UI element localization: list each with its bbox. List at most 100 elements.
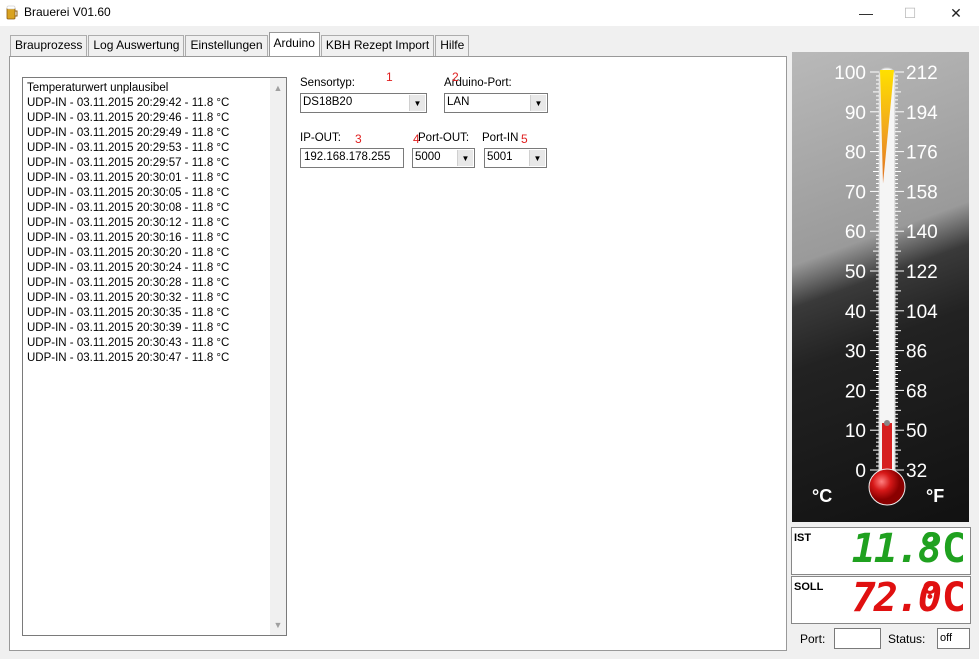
- log-line: UDP-IN - 03.11.2015 20:29:53 - 11.8 °C: [27, 142, 230, 154]
- tab-kbh-rezept-import[interactable]: KBH Rezept Import: [320, 35, 435, 56]
- minimize-icon: —: [859, 5, 873, 21]
- log-lines: Temperaturwert unplausibel UDP-IN - 03.11…: [27, 81, 267, 366]
- log-line: UDP-IN - 03.11.2015 20:30:08 - 11.8 °C: [27, 202, 230, 214]
- log-line: UDP-IN - 03.11.2015 20:30:35 - 11.8 °C: [27, 307, 230, 319]
- celsius-tick-label: 80: [845, 143, 866, 164]
- fahrenheit-tick-label: 176: [906, 143, 938, 164]
- sensortyp-value: DS18B20: [303, 96, 353, 108]
- celsius-tick-label: 0: [855, 461, 866, 482]
- soll-readout: SOLL 72.0 °C: [791, 575, 971, 624]
- log-line: UDP-IN - 03.11.2015 20:30:32 - 11.8 °C: [27, 292, 230, 304]
- beer-mug-icon: [6, 5, 18, 20]
- celsius-tick-label: 40: [845, 302, 866, 323]
- celsius-tick-label: 20: [845, 381, 866, 402]
- close-icon: ✕: [950, 4, 962, 21]
- arduino-port-value: LAN: [447, 96, 470, 108]
- log-line: Temperaturwert unplausibel: [27, 82, 169, 94]
- fahrenheit-tick-label: 50: [906, 421, 927, 442]
- tab-brauprozess[interactable]: Brauprozess: [10, 35, 88, 56]
- ist-label: IST: [794, 532, 812, 544]
- chevron-down-icon: ▼: [529, 150, 545, 166]
- marker-2: 2: [452, 70, 459, 84]
- ip-out-field[interactable]: 192.168.178.255: [300, 148, 404, 168]
- fahrenheit-tick-label: 122: [906, 262, 938, 283]
- ip-out-label: IP-OUT:: [300, 132, 341, 144]
- status-field[interactable]: off: [937, 628, 970, 649]
- fahrenheit-tick-label: 194: [906, 103, 938, 124]
- fahrenheit-tick-label: 140: [906, 222, 938, 243]
- thermometer-gauge: 100 90 80 70 60 50 40 30 20 10 0 212 194 176 158 140 122…: [792, 52, 969, 522]
- ip-out-value: 192.168.178.255: [304, 151, 391, 163]
- port-in-select[interactable]: 5001 ▼: [484, 148, 547, 168]
- log-line: UDP-IN - 03.11.2015 20:29:42 - 11.8 °C: [27, 97, 230, 109]
- log-line: UDP-IN - 03.11.2015 20:30:28 - 11.8 °C: [27, 277, 230, 289]
- celsius-tick-label: 90: [845, 103, 866, 124]
- fahrenheit-tick-label: 104: [906, 302, 938, 323]
- fahrenheit-tick-label: 68: [906, 381, 927, 402]
- port-out-value: 5000: [415, 151, 441, 163]
- log-line: UDP-IN - 03.11.2015 20:29:46 - 11.8 °C: [27, 112, 230, 124]
- fahrenheit-unit-label: °F: [926, 486, 944, 506]
- port-out-label: Port-OUT:: [418, 132, 470, 144]
- log-line: UDP-IN - 03.11.2015 20:30:16 - 11.8 °C: [27, 232, 230, 244]
- fahrenheit-tick-label: 158: [906, 182, 938, 203]
- celsius-tick-label: 10: [845, 421, 866, 442]
- maximize-button[interactable]: ☐: [887, 0, 933, 26]
- fahrenheit-tick-label: 86: [906, 342, 927, 363]
- title-bar: Brauerei V01.60 — ☐ ✕: [0, 0, 979, 26]
- scroll-down-icon[interactable]: ▼: [270, 617, 286, 633]
- log-textarea[interactable]: Temperaturwert unplausibel UDP-IN - 03.11…: [22, 77, 287, 636]
- celsius-tick-label: 60: [845, 222, 866, 243]
- chevron-down-icon: ▼: [409, 95, 425, 111]
- port-label: Port:: [800, 632, 826, 646]
- arduino-port-select[interactable]: LAN ▼: [444, 93, 548, 113]
- chevron-down-icon: ▼: [457, 150, 473, 166]
- maximize-icon: ☐: [903, 4, 917, 21]
- status-value: off: [940, 632, 953, 644]
- chevron-down-icon: ▼: [530, 95, 546, 111]
- sensortyp-select[interactable]: DS18B20 ▼: [300, 93, 427, 113]
- celsius-unit-label: °C: [812, 486, 832, 506]
- port-out-select[interactable]: 5000 ▼: [412, 148, 475, 168]
- log-line: UDP-IN - 03.11.2015 20:29:49 - 11.8 °C: [27, 127, 230, 139]
- thermometer-svg: 1009080706050403020100212194176158140122…: [812, 63, 944, 506]
- port-in-value: 5001: [487, 151, 513, 163]
- window-title: Brauerei V01.60: [24, 5, 111, 19]
- marker-1: 1: [386, 70, 393, 84]
- marker-5: 5: [521, 132, 528, 146]
- minimize-button[interactable]: —: [843, 0, 889, 26]
- tab-einstellungen[interactable]: Einstellungen: [185, 35, 268, 56]
- fahrenheit-tick-label: 32: [906, 461, 927, 482]
- log-line: UDP-IN - 03.11.2015 20:30:12 - 11.8 °C: [27, 217, 230, 229]
- tab-arduino[interactable]: Arduino: [268, 32, 320, 57]
- tab-log-auswertung[interactable]: Log Auswertung: [88, 35, 185, 56]
- soll-label: SOLL: [794, 581, 824, 593]
- celsius-tick-label: 50: [845, 262, 866, 283]
- port-in-label: Port-IN: [482, 132, 519, 144]
- status-label: Status:: [888, 632, 926, 646]
- thermometer-bulb: [868, 468, 906, 506]
- log-line: UDP-IN - 03.11.2015 20:30:47 - 11.8 °C: [27, 352, 230, 364]
- ist-readout: IST 11.8 °C: [791, 526, 971, 575]
- log-scrollbar[interactable]: ▲ ▼: [270, 78, 286, 635]
- tab-hilfe[interactable]: Hilfe: [435, 35, 470, 56]
- log-line: UDP-IN - 03.11.2015 20:30:24 - 11.8 °C: [27, 262, 230, 274]
- ist-unit: °C: [917, 526, 966, 572]
- celsius-tick-label: 70: [845, 182, 866, 203]
- log-line: UDP-IN - 03.11.2015 20:30:43 - 11.8 °C: [27, 337, 230, 349]
- close-button[interactable]: ✕: [933, 0, 979, 26]
- scroll-up-icon[interactable]: ▲: [270, 80, 286, 96]
- celsius-tick-label: 30: [845, 342, 866, 363]
- soll-unit: °C: [917, 575, 966, 621]
- fahrenheit-tick-label: 212: [906, 63, 938, 84]
- log-line: UDP-IN - 03.11.2015 20:29:57 - 11.8 °C: [27, 157, 230, 169]
- marker-3: 3: [355, 132, 362, 146]
- log-line: UDP-IN - 03.11.2015 20:30:05 - 11.8 °C: [27, 187, 230, 199]
- sensortyp-label: Sensortyp:: [300, 77, 355, 89]
- log-line: UDP-IN - 03.11.2015 20:30:20 - 11.8 °C: [27, 247, 230, 259]
- port-field[interactable]: [834, 628, 881, 649]
- celsius-tick-label: 100: [834, 63, 866, 84]
- log-line: UDP-IN - 03.11.2015 20:30:01 - 11.8 °C: [27, 172, 230, 184]
- log-line: UDP-IN - 03.11.2015 20:30:39 - 11.8 °C: [27, 322, 230, 334]
- current-indicator: [884, 420, 890, 427]
